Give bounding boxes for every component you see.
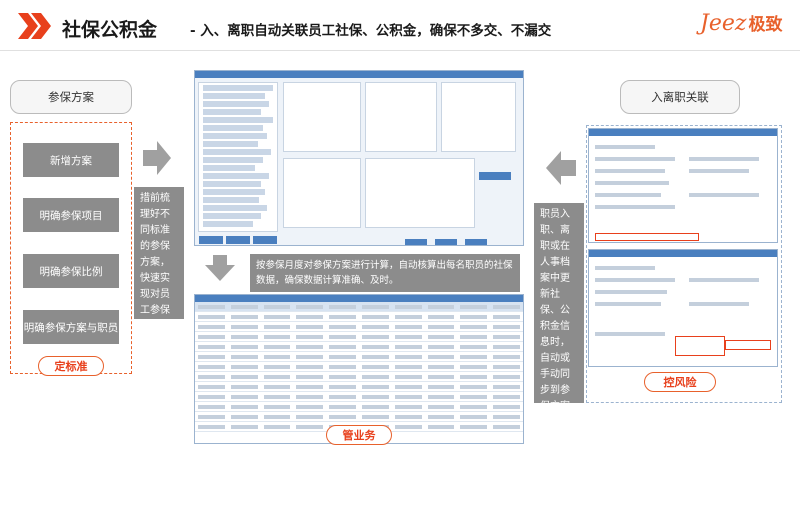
page-title: 社保公积金 bbox=[62, 19, 158, 41]
note-text: 按参保月度对参保方案进行计算，自动核算出每名职员的社保数据，确保数据计算准确、及… bbox=[256, 260, 513, 286]
arrow-left-icon bbox=[546, 151, 576, 185]
tag-text: 管业务 bbox=[342, 429, 376, 442]
arrow-right-icon bbox=[143, 141, 171, 175]
tag-manage-business: 管业务 bbox=[326, 425, 392, 445]
leave-form-screenshot bbox=[588, 249, 778, 367]
entry-form-screenshot bbox=[588, 128, 778, 243]
plan-setup-screenshot bbox=[194, 70, 524, 246]
new-plan-button[interactable]: 新增方案 bbox=[23, 143, 119, 177]
plan-employee-button[interactable]: 明确参保方案与职员 bbox=[23, 310, 119, 344]
tag-text: 控风险 bbox=[663, 376, 697, 389]
heading-pill-left: 参保方案 bbox=[10, 80, 132, 114]
arrow-down-icon bbox=[205, 255, 235, 281]
button-label: 新增方案 bbox=[50, 154, 92, 167]
chevron-right-icon bbox=[18, 13, 51, 39]
define-ratio-button[interactable]: 明确参保比例 bbox=[23, 254, 119, 288]
button-label: 明确参保比例 bbox=[39, 265, 103, 278]
middle-note: 按参保月度对参保方案进行计算，自动核算出每名职员的社保数据，确保数据计算准确、及… bbox=[250, 254, 520, 292]
brand-logo: Jeez 极致 bbox=[700, 10, 782, 36]
header-divider bbox=[0, 50, 800, 51]
tag-text: 定标准 bbox=[54, 360, 88, 373]
note-text: 职员入职、离职或在人事档案中更新社保、公积金信息时，自动或手动同步到参保方案中，… bbox=[540, 209, 570, 508]
heading-text: 参保方案 bbox=[48, 90, 94, 104]
right-note: 职员入职、离职或在人事档案中更新社保、公积金信息时，自动或手动同步到参保方案中，… bbox=[534, 203, 584, 508]
header: 社保公积金 - 入、离职自动关联员工社保、公积金，确保不多交、不漏交 Jeez 极… bbox=[0, 0, 800, 52]
page-subtitle: - 入、离职自动关联员工社保、公积金，确保不多交、不漏交 bbox=[190, 23, 552, 39]
tag-define-standard: 定标准 bbox=[38, 356, 104, 376]
logo-text: Jeez bbox=[700, 11, 747, 36]
button-label: 明确参保方案与职员 bbox=[23, 321, 119, 334]
heading-text: 入离职关联 bbox=[651, 90, 709, 104]
left-note: 措前梳理好不同标准的参保方案，快速实现对员工参保的统一管理。 bbox=[134, 187, 184, 348]
define-items-button[interactable]: 明确参保项目 bbox=[23, 198, 119, 232]
tag-control-risk: 控风险 bbox=[644, 372, 716, 392]
note-text: 措前梳理好不同标准的参保方案，快速实现对员工参保的统一管理。 bbox=[140, 193, 170, 348]
heading-pill-right: 入离职关联 bbox=[620, 80, 740, 114]
button-label: 明确参保项目 bbox=[39, 209, 103, 222]
logo-cn: 极致 bbox=[748, 15, 783, 35]
employee-grid-screenshot bbox=[194, 294, 524, 444]
